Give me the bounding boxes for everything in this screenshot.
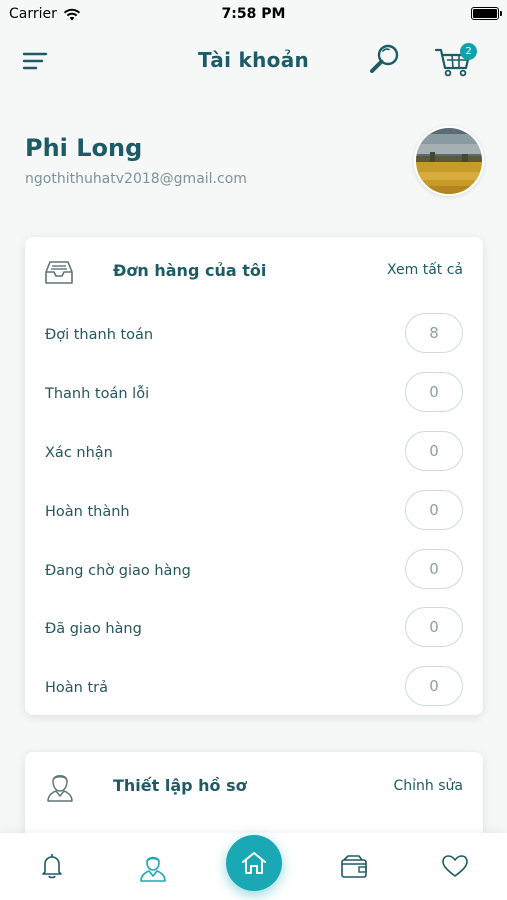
order-row-awaiting-delivery[interactable]: Đang chờ giao hàng 0 [25,549,483,593]
top-bar: Tài khoản 2 [0,36,507,84]
order-count: 8 [405,313,463,353]
nav-home-button[interactable] [226,835,282,891]
order-label: Xác nhận [45,445,113,461]
order-count: 0 [405,549,463,589]
order-label: Thanh toán lỗi [45,386,150,402]
order-label: Hoàn trả [45,680,108,696]
order-count: 0 [405,666,463,706]
order-count: 0 [405,490,463,530]
order-row-awaiting-payment[interactable]: Đợi thanh toán 8 [25,313,483,357]
profile-settings-title: Thiết lập hồ sơ [113,776,247,795]
nav-account[interactable] [138,851,168,882]
order-row-confirmed[interactable]: Xác nhận 0 [25,431,483,475]
order-label: Đã giao hàng [45,621,142,637]
cart-badge: 2 [460,43,477,60]
order-label: Đợi thanh toán [45,327,154,343]
order-row-returned[interactable]: Hoàn trả 0 [25,666,483,710]
battery-icon [471,7,502,20]
inbox-tray-icon [43,257,75,287]
bottom-nav [0,833,507,900]
order-count: 0 [405,372,463,412]
profile-name: Phi Long [25,134,143,162]
orders-title: Đơn hàng của tôi [113,261,267,280]
nav-notifications[interactable] [37,851,67,881]
order-count: 0 [405,607,463,647]
bell-icon [42,854,62,879]
wallet-icon [341,855,367,878]
page-title: Tài khoản [197,48,310,72]
order-label: Đang chờ giao hàng [45,563,191,579]
status-time: 7:58 PM [221,6,286,22]
home-icon [242,852,266,874]
search-button[interactable] [368,42,402,76]
status-bar: Carrier 7:58 PM [0,0,507,30]
heart-icon [442,855,468,877]
order-label: Hoàn thành [45,504,130,520]
user-icon [45,769,77,802]
user-icon [140,856,166,882]
avatar[interactable] [414,126,484,196]
nav-favorites[interactable] [440,851,470,881]
nav-wallet[interactable] [339,851,369,881]
cart-button[interactable]: 2 [434,42,480,78]
profile-email: ngothithuhatv2018@gmail.com [25,171,247,187]
order-count: 0 [405,431,463,471]
view-all-link[interactable]: Xem tất cả [387,262,463,278]
search-icon [370,44,399,73]
edit-profile-link[interactable]: Chỉnh sửa [394,778,463,794]
order-row-delivered[interactable]: Đã giao hàng 0 [25,607,483,651]
avatar-image [416,128,482,194]
order-row-payment-failed[interactable]: Thanh toán lỗi 0 [25,372,483,416]
orders-card: Đơn hàng của tôi Xem tất cả Đợi thanh to… [25,237,483,715]
order-row-completed[interactable]: Hoàn thành 0 [25,490,483,534]
